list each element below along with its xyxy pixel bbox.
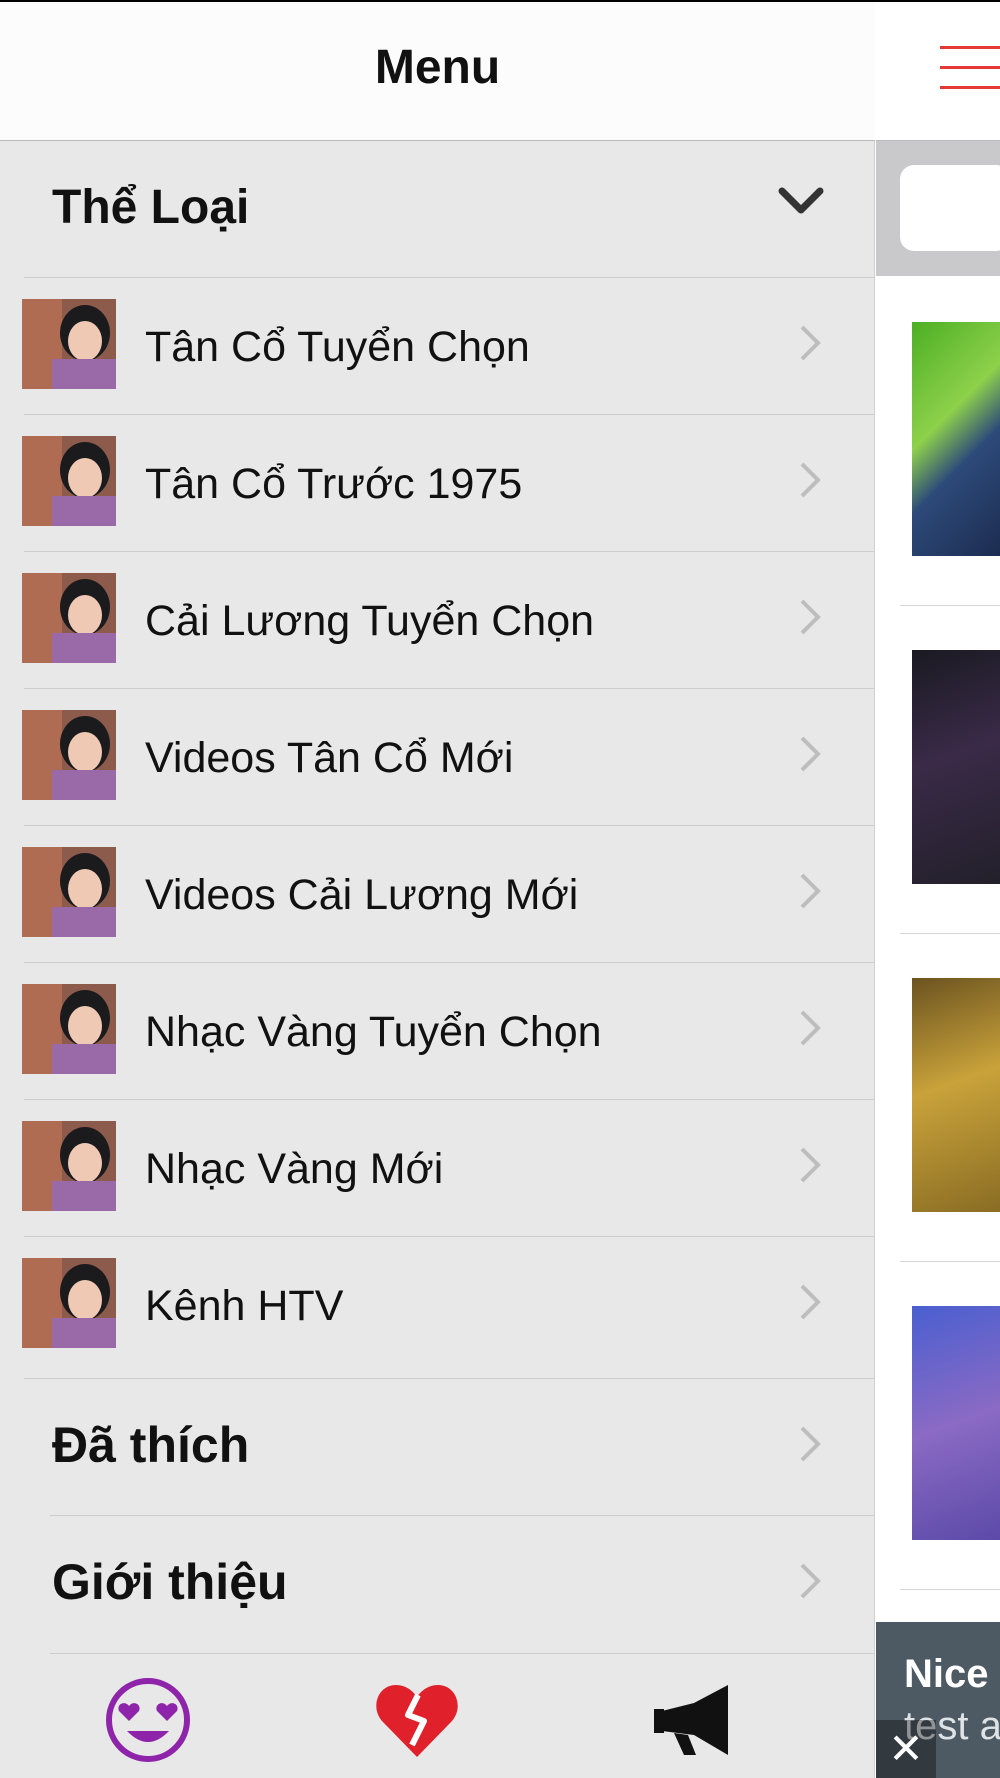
category-item[interactable]: Kênh HTV [0, 1236, 875, 1373]
content-header [876, 2, 1000, 141]
divider [900, 1261, 1000, 1262]
megaphone-icon[interactable] [650, 1675, 740, 1765]
divider [900, 933, 1000, 934]
category-item[interactable]: Videos Tân Cổ Mới [0, 688, 875, 825]
hamburger-menu-icon[interactable] [940, 46, 1000, 90]
main-content: Nice test a ✕ [876, 2, 1000, 1778]
category-item[interactable]: Nhạc Vàng Mới [0, 1099, 875, 1236]
chevron-right-icon [800, 1010, 821, 1046]
divider [900, 1589, 1000, 1590]
liked-label: Đã thích [52, 1417, 250, 1473]
chevron-right-icon [800, 325, 821, 361]
singer-avatar-thumbnail [22, 436, 116, 526]
chevron-right-icon [800, 462, 821, 498]
chevron-right-icon [800, 1426, 821, 1462]
liked-menu-item[interactable]: Đã thích [0, 1378, 875, 1515]
singer-avatar-thumbnail [22, 1121, 116, 1211]
chevron-right-icon [800, 599, 821, 635]
category-label: Nhạc Vàng Mới [145, 1145, 444, 1193]
menu-drawer: Menu Thể Loại Tân Cổ Tuyển Chọn Tân Cổ T… [0, 2, 875, 1778]
chevron-right-icon [800, 873, 821, 909]
category-section-header[interactable]: Thể Loại [0, 142, 875, 277]
singer-avatar-thumbnail [22, 1258, 116, 1348]
category-label: Kênh HTV [145, 1282, 344, 1330]
chevron-right-icon [800, 1563, 821, 1599]
video-thumbnail[interactable] [912, 650, 1000, 884]
app-screen: Nice test a ✕ Menu Thể Loại Tân Cổ Tuyển… [0, 0, 1000, 1778]
chevron-right-icon [800, 1147, 821, 1183]
broken-heart-icon[interactable] [372, 1675, 462, 1765]
video-thumbnail[interactable] [912, 978, 1000, 1212]
heart-eyes-emoji-icon[interactable] [103, 1675, 193, 1765]
ad-banner[interactable]: Nice test a ✕ [876, 1622, 1000, 1778]
about-label: Giới thiệu [52, 1554, 288, 1610]
category-label: Nhạc Vàng Tuyển Chọn [145, 1008, 602, 1056]
chevron-right-icon [800, 1284, 821, 1320]
category-label: Videos Tân Cổ Mới [145, 734, 514, 782]
ad-title: Nice [904, 1652, 989, 1696]
menu-title: Menu [374, 41, 501, 94]
singer-avatar-thumbnail [22, 847, 116, 937]
divider [900, 605, 1000, 606]
search-bar-area [876, 141, 1000, 276]
category-item[interactable]: Cải Lương Tuyển Chọn [0, 551, 875, 688]
video-thumbnail[interactable] [912, 1306, 1000, 1540]
singer-avatar-thumbnail [22, 573, 116, 663]
category-item[interactable]: Tân Cổ Trước 1975 [0, 414, 875, 551]
video-thumbnail[interactable] [912, 322, 1000, 556]
category-item[interactable]: Nhạc Vàng Tuyển Chọn [0, 962, 875, 1099]
bottom-icon-bar [0, 1653, 875, 1778]
search-input[interactable] [900, 165, 1000, 251]
category-item[interactable]: Tân Cổ Tuyển Chọn [0, 277, 875, 414]
chevron-right-icon [800, 736, 821, 772]
singer-avatar-thumbnail [22, 710, 116, 800]
section-title: Thể Loại [52, 181, 250, 234]
chevron-down-icon[interactable] [778, 186, 824, 216]
close-icon[interactable]: ✕ [876, 1720, 936, 1778]
category-label: Tân Cổ Tuyển Chọn [145, 323, 530, 371]
category-label: Tân Cổ Trước 1975 [145, 460, 523, 508]
category-item[interactable]: Videos Cải Lương Mới [0, 825, 875, 962]
about-menu-item[interactable]: Giới thiệu [0, 1515, 875, 1652]
category-label: Cải Lương Tuyển Chọn [145, 597, 595, 645]
menu-header: Menu [0, 2, 875, 141]
singer-avatar-thumbnail [22, 984, 116, 1074]
singer-avatar-thumbnail [22, 299, 116, 389]
category-label: Videos Cải Lương Mới [145, 871, 579, 919]
